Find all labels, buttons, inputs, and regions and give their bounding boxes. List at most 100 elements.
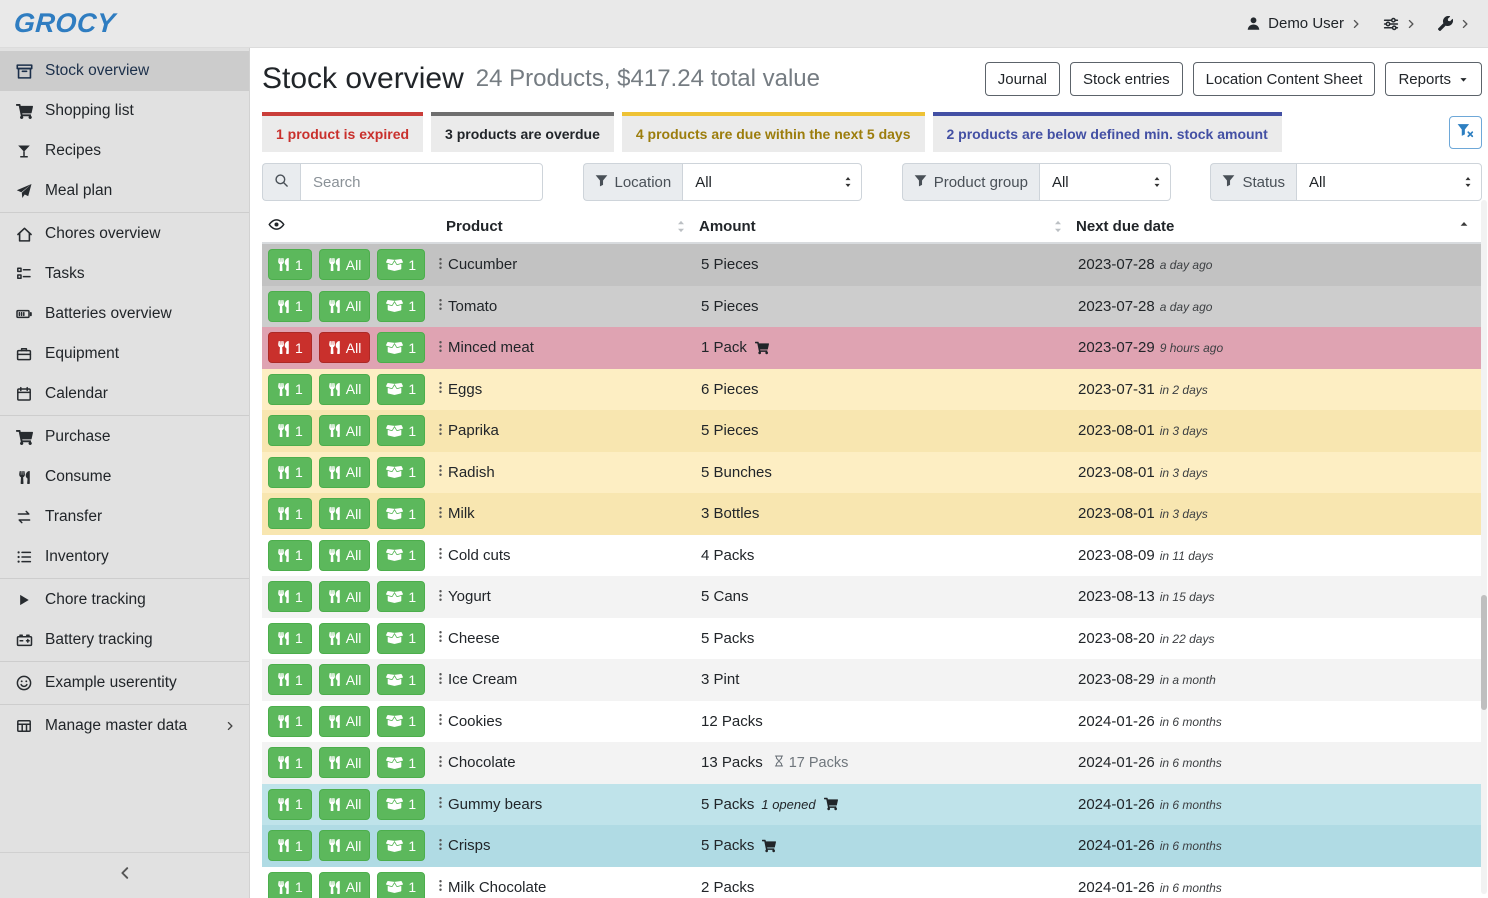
search-input[interactable] (300, 163, 543, 201)
consume-all-button[interactable]: All (319, 830, 371, 861)
open-one-button[interactable]: 1 (377, 498, 425, 529)
open-one-button[interactable]: 1 (377, 623, 425, 654)
sidebar-item-inventory[interactable]: Inventory (0, 537, 249, 577)
open-one-button[interactable]: 1 (377, 581, 425, 612)
sidebar-item-batteries-overview[interactable]: Batteries overview (0, 294, 249, 334)
location-select[interactable]: All (682, 163, 862, 201)
column-header-next-due-date[interactable]: Next due date (1076, 210, 1482, 242)
consume-all-button[interactable]: All (319, 706, 371, 737)
open-one-button[interactable]: 1 (377, 249, 425, 280)
consume-all-button[interactable]: All (319, 581, 371, 612)
open-one-button[interactable]: 1 (377, 540, 425, 571)
consume-one-button[interactable]: 1 (268, 789, 312, 820)
consume-one-button[interactable]: 1 (268, 332, 312, 363)
consume-one-button[interactable]: 1 (268, 374, 312, 405)
consume-one-button[interactable]: 1 (268, 747, 312, 778)
utensils-icon (277, 590, 290, 603)
amount-value: 4 Packs (701, 547, 754, 564)
sidebar-item-equipment[interactable]: Equipment (0, 334, 249, 374)
sidebar-item-chore-tracking[interactable]: Chore tracking (0, 580, 249, 620)
due-relative: in a month (1160, 673, 1216, 687)
app-logo[interactable]: GROCY (13, 8, 117, 39)
open-one-button[interactable]: 1 (377, 291, 425, 322)
sidebar-item-purchase[interactable]: Purchase (0, 417, 249, 457)
sidebar-collapse-button[interactable] (0, 852, 249, 898)
sidebar-item-battery-tracking[interactable]: Battery tracking (0, 620, 249, 660)
consume-all-button[interactable]: All (319, 249, 371, 280)
consume-one-button[interactable]: 1 (268, 457, 312, 488)
clear-filters-button[interactable] (1449, 116, 1482, 149)
consume-one-button[interactable]: 1 (268, 498, 312, 529)
consume-one-button[interactable]: 1 (268, 706, 312, 737)
stock-entries-button[interactable]: Stock entries (1070, 62, 1183, 96)
status-card-expired[interactable]: 1 product is expired (262, 112, 423, 152)
consume-all-button[interactable]: All (319, 623, 371, 654)
due-relative: 9 hours ago (1160, 341, 1223, 355)
consume-all-button[interactable]: All (319, 540, 371, 571)
product-group-select[interactable]: All (1039, 163, 1171, 201)
open-one-button[interactable]: 1 (377, 747, 425, 778)
consume-all-button[interactable]: All (319, 498, 371, 529)
consume-one-button[interactable]: 1 (268, 581, 312, 612)
row-actions: 1 All 1 (262, 706, 446, 737)
open-one-button[interactable]: 1 (377, 415, 425, 446)
due-date: 2024-01-26 (1078, 713, 1155, 730)
location-content-sheet-button[interactable]: Location Content Sheet (1193, 62, 1376, 96)
consume-all-button[interactable]: All (319, 789, 371, 820)
sidebar-item-manage-master-data[interactable]: Manage master data (0, 706, 249, 746)
consume-one-button[interactable]: 1 (268, 415, 312, 446)
consume-one-button[interactable]: 1 (268, 872, 312, 898)
consume-one-button[interactable]: 1 (268, 830, 312, 861)
list-icon (14, 549, 34, 565)
consume-one-button[interactable]: 1 (268, 540, 312, 571)
consume-all-button[interactable]: All (319, 872, 371, 898)
sidebar-item-calendar[interactable]: Calendar (0, 374, 249, 414)
user-menu[interactable]: Demo User (1246, 15, 1361, 32)
admin-menu[interactable] (1438, 16, 1470, 31)
consume-all-button[interactable]: All (319, 374, 371, 405)
status-select[interactable]: All (1296, 163, 1482, 201)
consume-one-button[interactable]: 1 (268, 623, 312, 654)
column-header-amount[interactable]: Amount (699, 210, 1076, 242)
open-one-button[interactable]: 1 (377, 830, 425, 861)
search-icon-box (262, 163, 300, 201)
scrollbar-thumb[interactable] (1481, 595, 1487, 710)
sidebar-item-meal-plan[interactable]: Meal plan (0, 171, 249, 211)
consume-all-button[interactable]: All (319, 747, 371, 778)
consume-one-button[interactable]: 1 (268, 291, 312, 322)
sidebar-item-consume[interactable]: Consume (0, 457, 249, 497)
sidebar-item-stock-overview[interactable]: Stock overview (0, 51, 249, 91)
open-one-button[interactable]: 1 (377, 664, 425, 695)
consume-all-button[interactable]: All (319, 291, 371, 322)
consume-all-button[interactable]: All (319, 332, 371, 363)
due-cell: 2023-08-01 in 3 days (1076, 464, 1482, 481)
sidebar-item-transfer[interactable]: Transfer (0, 497, 249, 537)
reports-button[interactable]: Reports (1385, 62, 1482, 96)
open-one-button[interactable]: 1 (377, 872, 425, 898)
status-card-due-soon[interactable]: 4 products are due within the next 5 day… (622, 112, 925, 152)
consume-all-button[interactable]: All (319, 457, 371, 488)
stock-table: Product Amount Next due date 1 All (262, 210, 1482, 898)
eye-icon[interactable] (268, 216, 285, 237)
due-cell: 2024-01-26 in 6 months (1076, 837, 1482, 854)
sidebar-item-chores-overview[interactable]: Chores overview (0, 214, 249, 254)
open-one-button[interactable]: 1 (377, 789, 425, 820)
open-one-button[interactable]: 1 (377, 332, 425, 363)
column-header-product[interactable]: Product (446, 210, 699, 242)
consume-all-button[interactable]: All (319, 664, 371, 695)
consume-all-button[interactable]: All (319, 415, 371, 446)
sidebar-item-tasks[interactable]: Tasks (0, 254, 249, 294)
utensils-icon (328, 673, 341, 686)
consume-one-button[interactable]: 1 (268, 664, 312, 695)
consume-one-button[interactable]: 1 (268, 249, 312, 280)
sidebar-item-shopping-list[interactable]: Shopping list (0, 91, 249, 131)
sidebar-item-recipes[interactable]: Recipes (0, 131, 249, 171)
status-card-below-min[interactable]: 2 products are below defined min. stock … (933, 112, 1282, 152)
settings-menu[interactable] (1383, 16, 1416, 32)
sidebar-item-example-userentity[interactable]: Example userentity (0, 663, 249, 703)
open-one-button[interactable]: 1 (377, 457, 425, 488)
journal-button[interactable]: Journal (985, 62, 1060, 96)
open-one-button[interactable]: 1 (377, 374, 425, 405)
status-card-overdue[interactable]: 3 products are overdue (431, 112, 614, 152)
open-one-button[interactable]: 1 (377, 706, 425, 737)
